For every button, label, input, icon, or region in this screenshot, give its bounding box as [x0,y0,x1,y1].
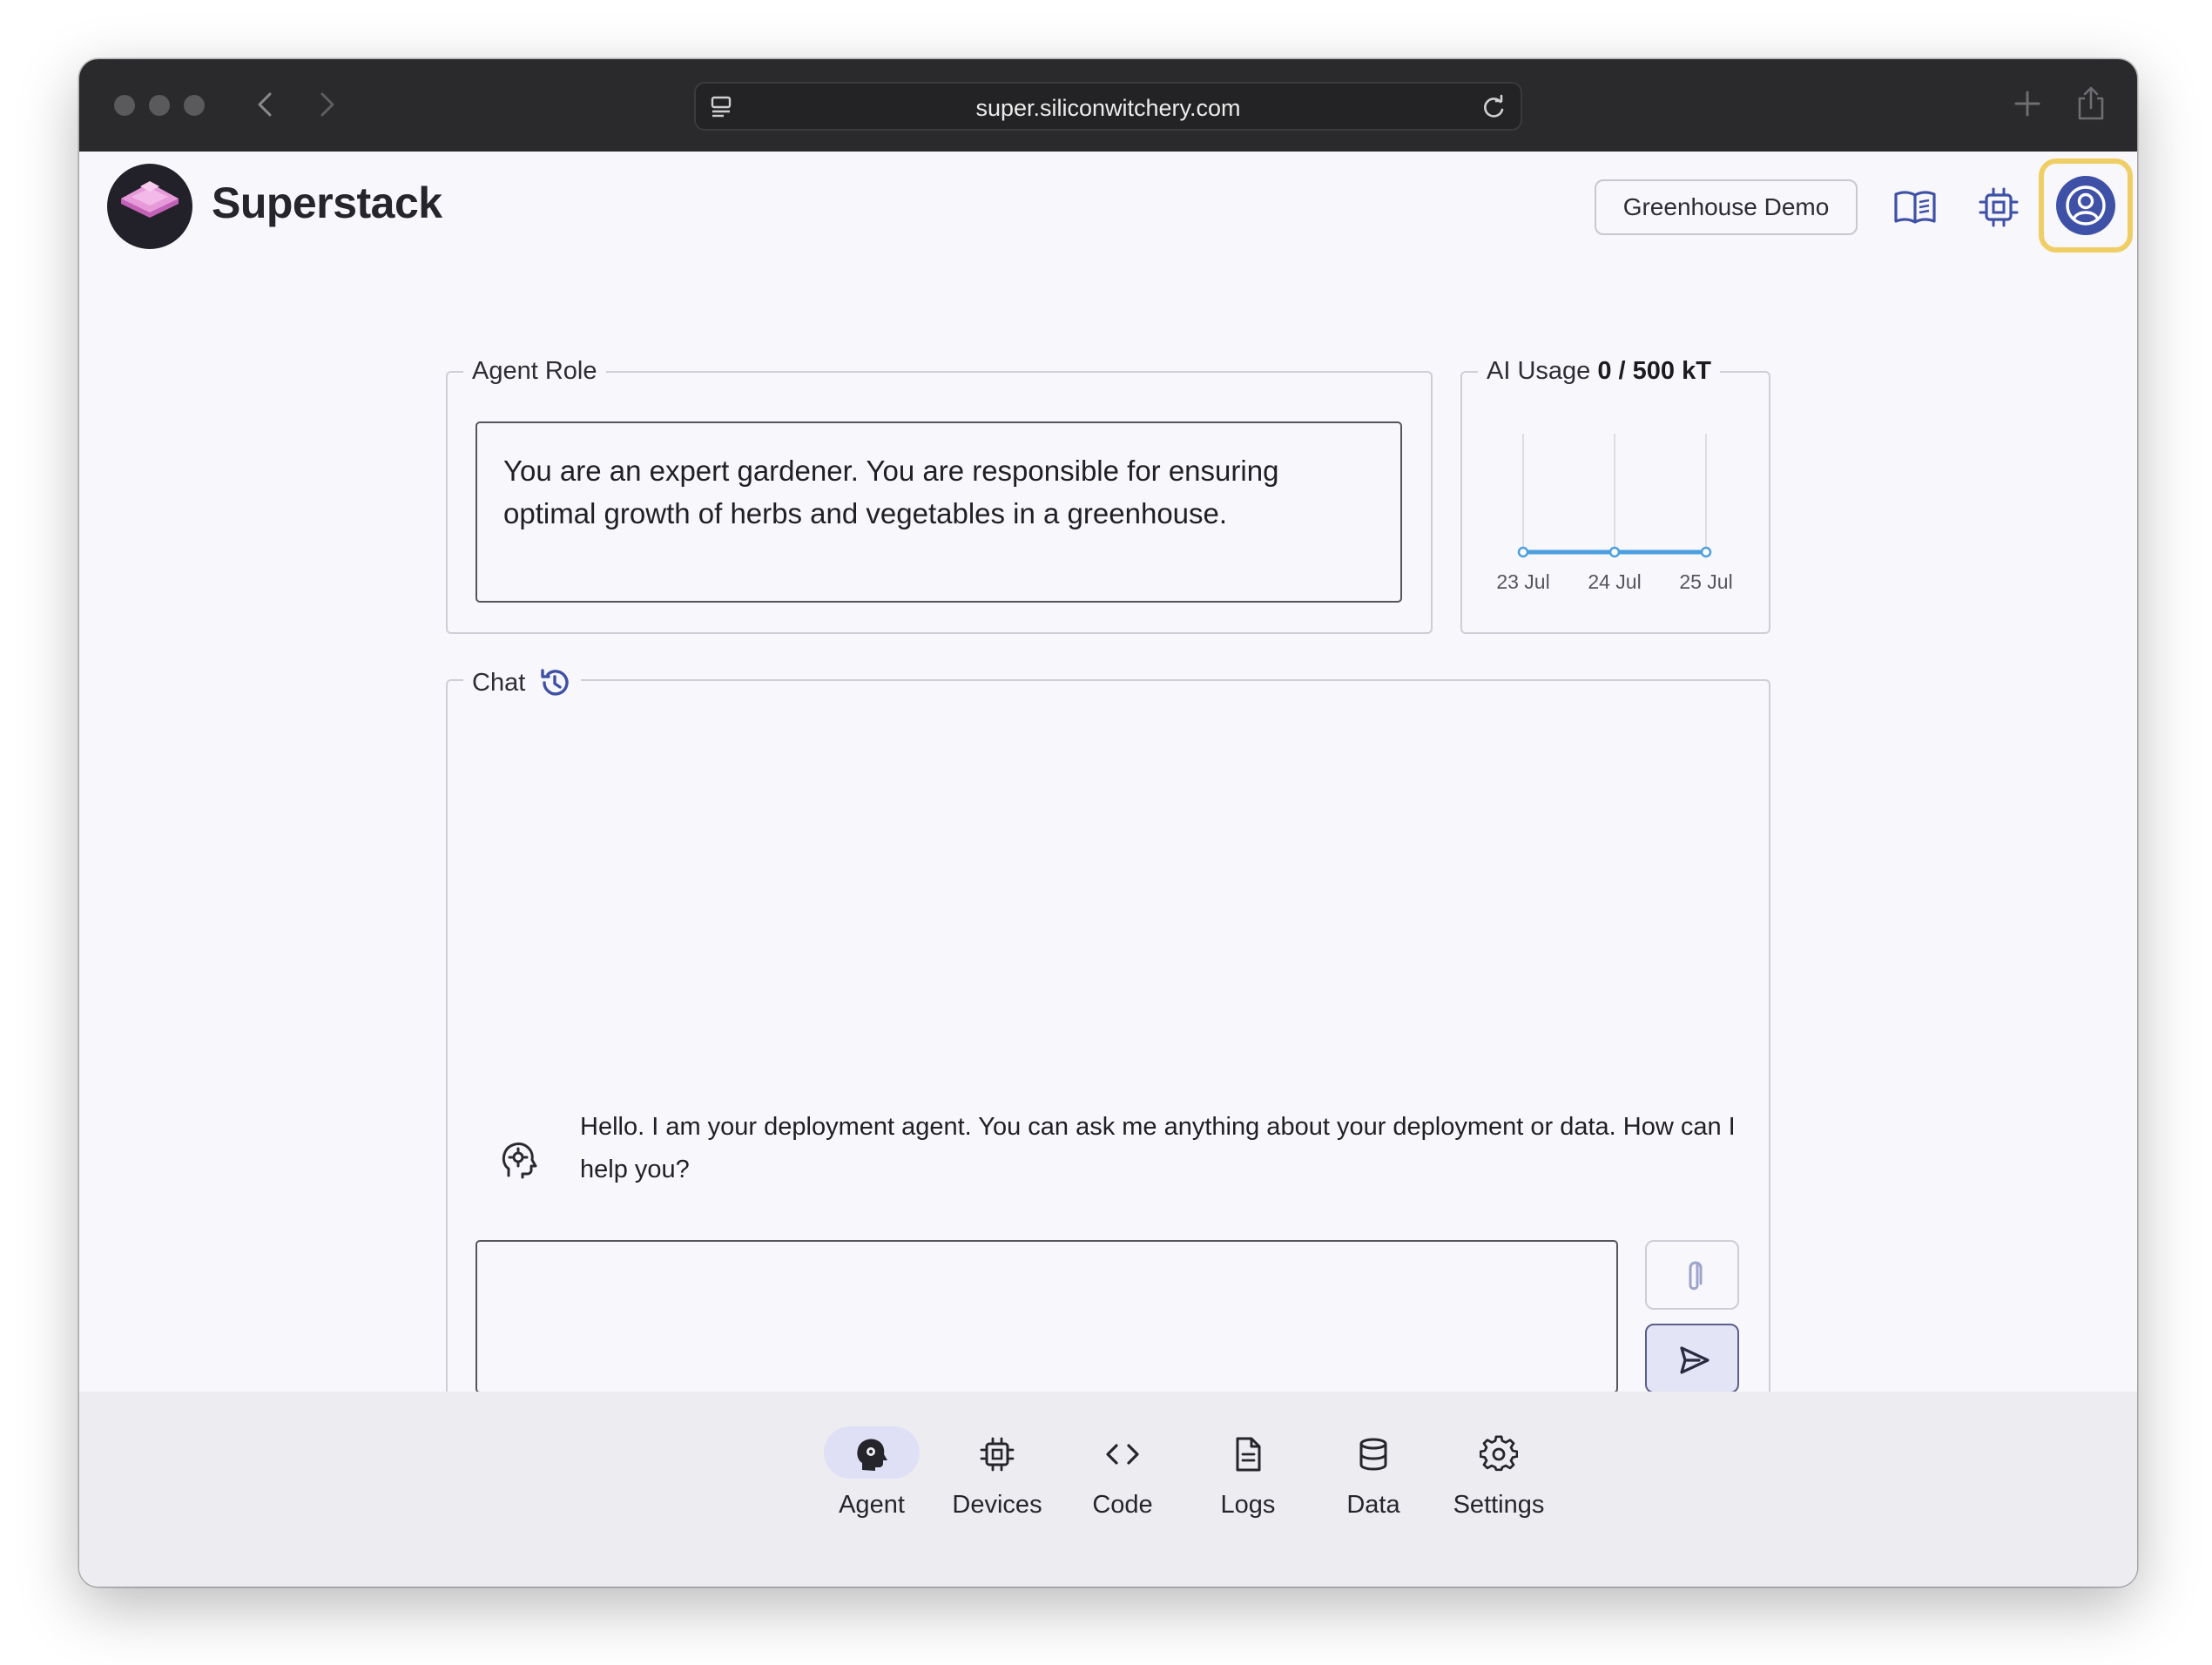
chat-input[interactable] [475,1240,1618,1393]
user-avatar-icon [2066,185,2106,226]
chat-legend: Chat [463,665,582,700]
agent-role-legend: Agent Role [463,357,606,386]
nav-label-data: Data [1346,1491,1400,1519]
superstack-logo[interactable] [107,164,192,249]
close-window-button[interactable] [114,95,135,116]
nav-label-agent: Agent [839,1491,905,1519]
address-bar[interactable]: super.siliconwitchery.com [694,82,1522,131]
project-select-button[interactable]: Greenhouse Demo [1595,179,1858,235]
history-icon[interactable] [537,665,572,700]
device-chip-icon[interactable] [1976,185,2021,230]
chat-panel: Chat Hello. I am your deployment agent. … [446,665,1770,1425]
chart-tick-label: 23 Jul [1496,570,1549,593]
minimize-window-button[interactable] [149,95,170,116]
agent-message: Hello. I am your deployment agent. You c… [580,1113,1736,1183]
nav-item-settings[interactable]: Settings [1436,1426,1561,1531]
nav-label-code: Code [1092,1491,1153,1519]
account-circle-icon[interactable] [2056,176,2115,235]
agent-role-panel: Agent Role You are an expert gardener. Y… [446,357,1433,634]
agent-head-icon [857,1439,887,1471]
attach-button[interactable] [1645,1240,1739,1310]
nav-item-logs[interactable]: Logs [1185,1426,1311,1531]
chart-point [1700,546,1712,558]
chat-legend-label: Chat [472,668,526,697]
chart-point [1517,546,1529,558]
ai-usage-chart: 23 Jul 24 Jul 25 Jul [1496,434,1733,593]
back-arrow-icon[interactable] [248,87,283,122]
ai-usage-panel: AI Usage 0 / 500 kT 23 Jul 24 Jul 25 Jul [1460,357,1770,634]
zoom-window-button[interactable] [184,95,205,116]
browser-window: super.siliconwitchery.com Superstack Gre… [79,59,2137,1587]
brand-title: Superstack [212,179,442,227]
forward-arrow-icon[interactable] [309,87,344,122]
chart-tick-label: 25 Jul [1679,570,1732,593]
send-button[interactable] [1645,1324,1739,1393]
app-page: Superstack Greenhouse Demo Agent Role Yo… [79,152,2137,1587]
chip-icon [980,1437,1015,1472]
share-icon[interactable] [2071,84,2111,124]
nav-item-devices[interactable]: Devices [934,1426,1060,1531]
code-icon [1106,1444,1139,1465]
chart-point [1608,546,1621,558]
nav-label-devices: Devices [952,1491,1042,1519]
paperclip-icon [1689,1261,1703,1291]
gear-icon [1480,1435,1518,1472]
layers-logo-icon [121,181,179,218]
browser-toolbar: super.siliconwitchery.com [79,59,2137,152]
profile-button-highlight[interactable] [2039,158,2133,253]
new-tab-icon[interactable] [2007,84,2047,124]
chart-tick-label: 24 Jul [1588,570,1641,593]
nav-label-settings: Settings [1453,1491,1545,1519]
agent-head-icon [502,1143,537,1179]
agent-role-textarea[interactable]: You are an expert gardener. You are resp… [475,421,1402,603]
nav-item-code[interactable]: Code [1060,1426,1185,1531]
send-icon [1680,1346,1710,1374]
database-icon [1359,1438,1387,1471]
bottom-navigation: Agent Devices Code Logs Data Settings [79,1392,2137,1587]
nav-item-data[interactable]: Data [1311,1426,1436,1531]
document-icon [1236,1437,1261,1472]
docs-book-icon[interactable] [1892,185,1938,230]
nav-label-logs: Logs [1220,1491,1276,1519]
reload-icon[interactable] [1479,93,1508,123]
url-text: super.siliconwitchery.com [975,95,1241,121]
nav-item-agent[interactable]: Agent [809,1426,934,1531]
